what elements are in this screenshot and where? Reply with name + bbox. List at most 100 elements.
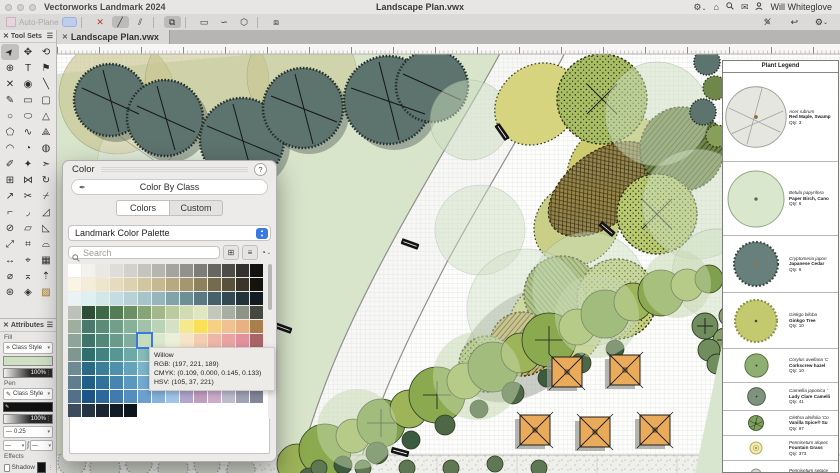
color-swatch[interactable] — [124, 278, 137, 291]
color-swatch[interactable] — [166, 334, 179, 347]
color-swatch[interactable] — [194, 292, 207, 305]
callout-tool[interactable]: ⚑ — [37, 60, 55, 76]
color-swatch[interactable] — [124, 306, 137, 319]
arc-tool[interactable]: ◠ — [1, 140, 19, 156]
color-swatch[interactable] — [82, 348, 95, 361]
color-swatch[interactable] — [82, 292, 95, 305]
color-swatch[interactable] — [110, 306, 123, 319]
shadow-checkbox[interactable] — [4, 463, 10, 472]
color-swatch[interactable] — [82, 376, 95, 389]
color-swatch[interactable] — [82, 404, 95, 417]
dialog-drag-grip[interactable] — [100, 167, 248, 172]
color-swatch[interactable] — [180, 390, 193, 403]
color-swatch[interactable] — [250, 264, 263, 277]
color-swatch[interactable] — [68, 376, 81, 389]
color-swatch[interactable] — [166, 306, 179, 319]
fill-style-dropdown[interactable]: ⟡ Class Style ▾ — [3, 342, 53, 354]
color-swatch[interactable] — [110, 348, 123, 361]
scrollbar-thumb[interactable] — [268, 264, 272, 310]
account-icon[interactable] — [755, 2, 764, 12]
fill-color-swatch[interactable] — [3, 356, 53, 366]
color-swatch[interactable] — [166, 292, 179, 305]
line-weight-dropdown[interactable]: — 0.25 ▾ — [3, 426, 53, 438]
color-swatch[interactable] — [208, 320, 221, 333]
search-input[interactable] — [68, 246, 220, 259]
color-swatch[interactable] — [110, 320, 123, 333]
color-swatch[interactable] — [68, 348, 81, 361]
color-swatch[interactable] — [194, 264, 207, 277]
color-swatch[interactable] — [180, 334, 193, 347]
swatch-scrollbar[interactable] — [268, 264, 272, 419]
plant-legend-row[interactable]: Camellia japonica ' Lady Clare Camelli Qty… — [723, 383, 838, 411]
list-view-button[interactable]: ≡ — [241, 245, 258, 260]
color-swatch[interactable] — [110, 278, 123, 291]
color-swatch[interactable] — [124, 334, 137, 347]
connected-mode-button[interactable]: ⧉ — [163, 16, 181, 28]
color-swatch[interactable] — [222, 306, 235, 319]
color-swatch[interactable] — [152, 306, 165, 319]
north-arrow-tool[interactable]: ⇡ — [37, 268, 55, 284]
regular-polygon-tool[interactable]: ⬠ — [1, 124, 19, 140]
color-swatch[interactable] — [68, 264, 81, 277]
color-swatch[interactable] — [110, 404, 123, 417]
color-swatch[interactable] — [68, 306, 81, 319]
color-swatch[interactable] — [222, 320, 235, 333]
color-swatch[interactable] — [194, 278, 207, 291]
help-button[interactable]: ? — [254, 163, 267, 176]
color-swatch[interactable] — [166, 390, 179, 403]
compass-tool[interactable]: ⊛ — [1, 284, 19, 300]
color-by-class-button[interactable]: ✒ Color By Class — [71, 179, 268, 195]
color-swatch[interactable] — [180, 264, 193, 277]
color-swatch[interactable] — [82, 362, 95, 375]
color-swatch[interactable] — [82, 334, 95, 347]
plant-legend-row[interactable]: Cryptomeria japon Japanese Cedar Qty: 6 — [723, 236, 838, 293]
color-swatch[interactable] — [236, 292, 249, 305]
zoom-tool[interactable]: ⊕ — [1, 60, 19, 76]
color-swatch[interactable] — [166, 320, 179, 333]
palette-menu-icon[interactable]: ☰ — [47, 32, 53, 40]
eyedropper-tool[interactable]: ✐ — [1, 156, 19, 172]
property-line-tool[interactable]: ⌅ — [19, 268, 37, 284]
pen-visibility-icon[interactable]: ✎̸ — [759, 16, 776, 28]
color-swatch[interactable] — [124, 292, 137, 305]
plant-legend-row[interactable]: Pennisetum setaceFountain Grass — [723, 461, 838, 472]
close-window-button[interactable] — [5, 3, 12, 11]
color-swatch[interactable] — [250, 292, 263, 305]
color-swatch[interactable] — [124, 348, 137, 361]
tab-colors[interactable]: Colors — [116, 200, 170, 216]
color-swatch[interactable] — [82, 390, 95, 403]
freehand-tool[interactable]: ✎ — [1, 92, 19, 108]
color-swatch[interactable] — [124, 404, 137, 417]
color-swatch[interactable] — [82, 264, 95, 277]
selection-tool[interactable]: ➤ — [1, 44, 19, 60]
quarter-arc-tool[interactable]: ◔ — [19, 140, 37, 156]
color-swatch[interactable] — [152, 292, 165, 305]
selected-color-swatch[interactable] — [136, 332, 153, 349]
color-swatch[interactable] — [68, 362, 81, 375]
landscape-area-tool[interactable]: ▨ — [37, 284, 55, 300]
close-palette-icon[interactable]: ✕ — [3, 32, 9, 40]
color-swatch[interactable] — [250, 334, 263, 347]
chamfer-tool[interactable]: ◿ — [37, 204, 55, 220]
rotate-tool[interactable]: ↻ — [37, 172, 55, 188]
plant-legend-row[interactable]: Ginkgo biloba Ginkgo Tree Qty: 10 — [723, 293, 838, 349]
fillet-tool[interactable]: ◞ — [19, 204, 37, 220]
color-swatch[interactable] — [96, 278, 109, 291]
polyline-tool[interactable]: ∿ — [19, 124, 37, 140]
plant-legend-row[interactable]: Acer rubrum Red Maple, Swamp Qty: 3 — [723, 73, 838, 162]
color-swatch[interactable] — [96, 292, 109, 305]
interactive-scale-button[interactable]: ⧈ — [268, 16, 285, 28]
plant-legend-row[interactable]: Pennisetum alopec Fountain Grass Qty: 373 — [723, 436, 838, 461]
line-start-marker-dropdown[interactable]: — ▾ — [3, 440, 27, 451]
section-tool[interactable]: ⌀ — [1, 268, 19, 284]
workspace-gear-icon[interactable]: ⚙⌄ — [693, 2, 706, 12]
rectangle-tool[interactable]: ▭ — [19, 92, 37, 108]
home-icon[interactable]: ⌂ — [714, 2, 719, 12]
color-swatch[interactable] — [124, 376, 137, 389]
plant-legend-row[interactable]: Clethra alnifolia 'Co Vanilla Spice® Su Qt… — [723, 411, 838, 436]
palette-stepper-icon[interactable]: ▲ ▼ — [256, 227, 268, 239]
oval-tool[interactable]: ⬭ — [19, 108, 37, 124]
triangle-tool[interactable]: △ — [37, 108, 55, 124]
lasso-select-button[interactable]: ∽ — [216, 16, 233, 28]
color-swatch[interactable] — [110, 390, 123, 403]
